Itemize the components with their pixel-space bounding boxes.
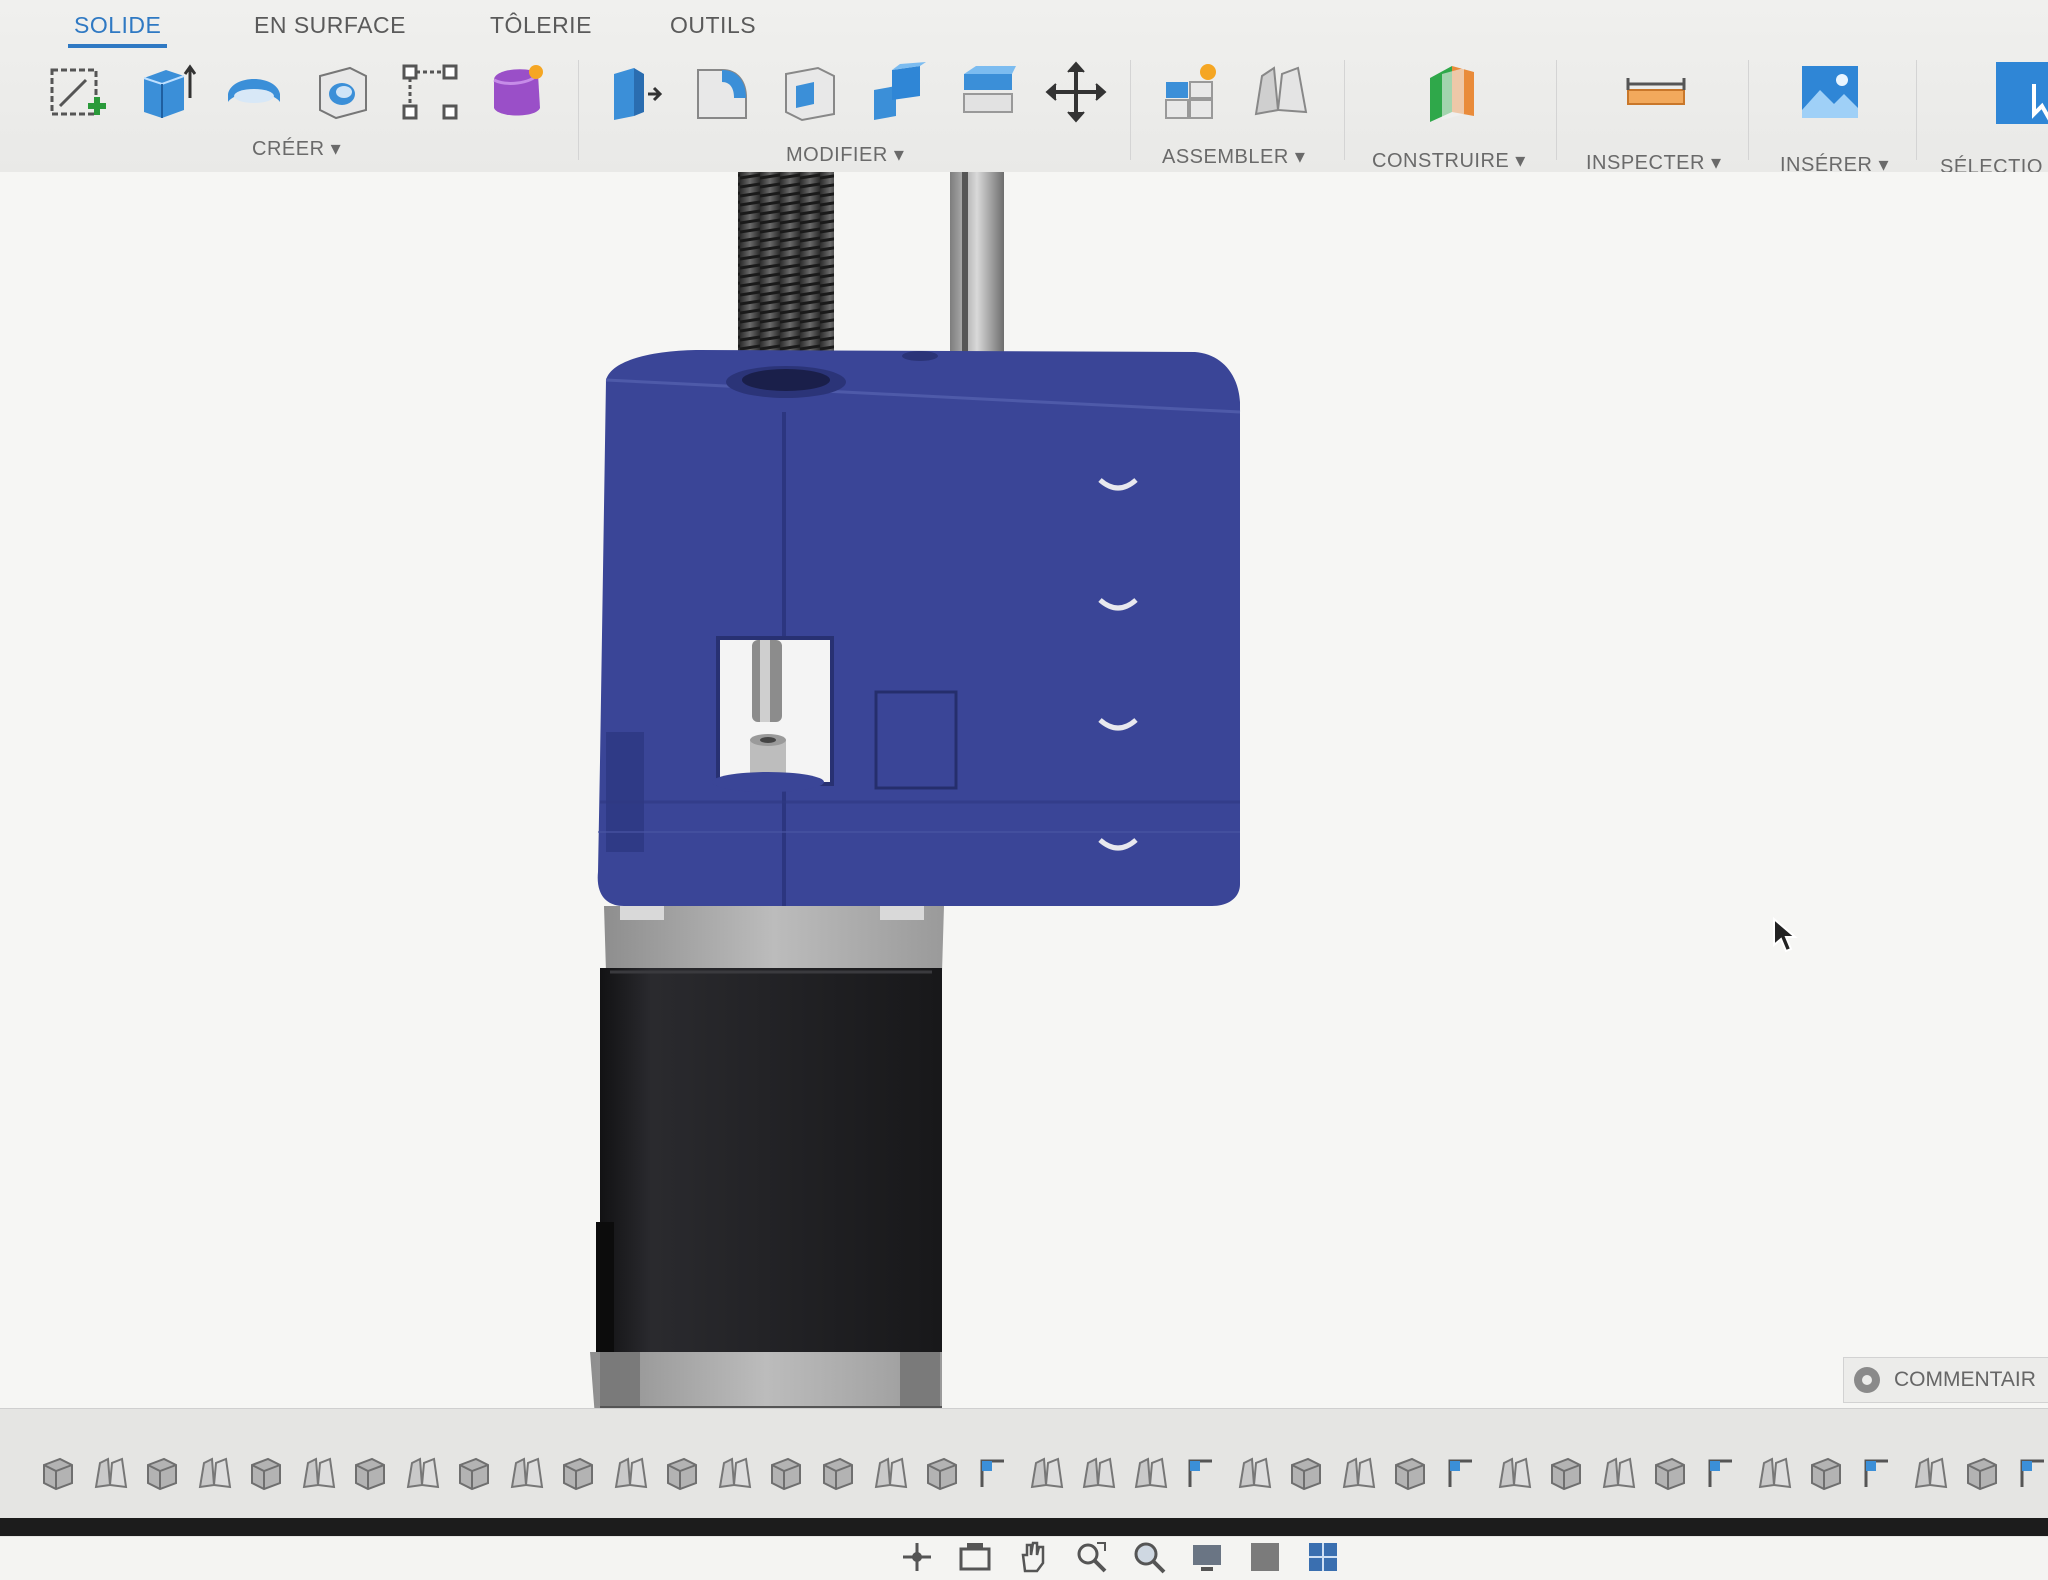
timeline-sketch-icon[interactable] [1858, 1453, 1898, 1493]
pattern-icon[interactable] [396, 58, 464, 126]
timeline-sketch-icon[interactable] [1702, 1453, 1742, 1493]
timeline-joint-icon[interactable] [298, 1453, 338, 1493]
stepper-motor [600, 968, 942, 1408]
timeline-body-icon[interactable] [38, 1453, 78, 1493]
timeline-joint-icon[interactable] [1598, 1453, 1638, 1493]
split-body-icon[interactable] [954, 58, 1022, 126]
timeline-joint-icon[interactable] [870, 1453, 910, 1493]
timeline-sketch-icon[interactable] [1182, 1453, 1222, 1493]
orbit-icon[interactable] [895, 1537, 939, 1577]
timeline-body-icon[interactable] [454, 1453, 494, 1493]
tab-en-surface[interactable]: EN SURFACE [254, 8, 406, 42]
timeline-body-icon[interactable] [1962, 1453, 2002, 1493]
timeline-sketch-icon[interactable] [974, 1453, 1014, 1493]
motor-bracket [597, 350, 1240, 906]
timeline-joint-icon[interactable] [1234, 1453, 1274, 1493]
timeline-joint-icon[interactable] [194, 1453, 234, 1493]
form-icon[interactable] [484, 58, 552, 126]
ribbon-separator [578, 60, 579, 160]
tab-tolerie[interactable]: TÔLERIE [490, 8, 592, 42]
press-pull-icon[interactable] [598, 58, 666, 126]
measure-icon[interactable] [1622, 58, 1690, 126]
zoom-icon[interactable] [1127, 1537, 1171, 1577]
assemble-menu[interactable]: ASSEMBLER ▾ [1162, 142, 1305, 172]
timeline-joint-icon[interactable] [714, 1453, 754, 1493]
tab-solide[interactable]: SOLIDE [67, 8, 168, 48]
timeline-body-icon[interactable] [1546, 1453, 1586, 1493]
timeline-track[interactable] [38, 1445, 2048, 1501]
timeline-sketch-icon[interactable] [2014, 1453, 2048, 1493]
comment-add-icon[interactable] [1854, 1367, 1880, 1393]
visual-style-icon[interactable] [1243, 1537, 1287, 1577]
display-settings-icon[interactable] [1185, 1537, 1229, 1577]
move-icon[interactable] [1042, 58, 1110, 126]
canvas-viewport[interactable]: COMMENTAIR [0, 172, 2048, 1574]
timeline-joint-icon[interactable] [506, 1453, 546, 1493]
viewports-icon[interactable] [1301, 1537, 1345, 1577]
timeline-body-icon[interactable] [766, 1453, 806, 1493]
timeline-body-icon[interactable] [1650, 1453, 1690, 1493]
ribbon-separator [1344, 60, 1345, 160]
timeline-body-icon[interactable] [662, 1453, 702, 1493]
pan-icon[interactable] [1011, 1537, 1055, 1577]
fillet-icon[interactable] [688, 58, 756, 126]
comments-label: COMMENTAIR [1894, 1368, 2036, 1391]
motor-end-cap [590, 1352, 942, 1408]
timeline-joint-icon[interactable] [1078, 1453, 1118, 1493]
monitor-bezel [0, 1518, 2048, 1536]
tab-outils[interactable]: OUTILS [670, 8, 756, 42]
modify-menu[interactable]: MODIFIER ▾ [786, 140, 904, 170]
ribbon-separator [1130, 60, 1131, 160]
timeline-body-icon[interactable] [1806, 1453, 1846, 1493]
3d-model[interactable] [0, 172, 2048, 1408]
timeline-body-icon[interactable] [818, 1453, 858, 1493]
mouse-cursor-icon [1773, 917, 1798, 953]
ribbon-separator [1916, 60, 1917, 160]
timeline-body-icon[interactable] [1286, 1453, 1326, 1493]
comments-panel[interactable]: COMMENTAIR [1843, 1357, 2048, 1403]
timeline-body-icon[interactable] [1390, 1453, 1430, 1493]
timeline-joint-icon[interactable] [1910, 1453, 1950, 1493]
timeline-sketch-icon[interactable] [1442, 1453, 1482, 1493]
zoom-window-icon[interactable] [1069, 1537, 1113, 1577]
timeline-joint-icon[interactable] [1494, 1453, 1534, 1493]
timeline-joint-icon[interactable] [1026, 1453, 1066, 1493]
ribbon-separator [1556, 60, 1557, 160]
construct-plane-icon[interactable] [1418, 58, 1486, 126]
timeline-body-icon[interactable] [142, 1453, 182, 1493]
revolve-icon[interactable] [220, 58, 288, 126]
timeline-body-icon[interactable] [246, 1453, 286, 1493]
new-component-icon[interactable] [1158, 58, 1226, 126]
create-sketch-icon[interactable] [44, 58, 112, 126]
ribbon-toolbar: SOLIDE EN SURFACE TÔLERIE OUTILS CRÉER ▾… [0, 0, 2048, 178]
navigation-bar [895, 1534, 1345, 1580]
ribbon-separator [1748, 60, 1749, 160]
timeline-body-icon[interactable] [922, 1453, 962, 1493]
timeline-joint-icon[interactable] [1130, 1453, 1170, 1493]
timeline-joint-icon[interactable] [90, 1453, 130, 1493]
extrude-icon[interactable] [130, 58, 198, 126]
timeline-body-icon[interactable] [558, 1453, 598, 1493]
insert-image-icon[interactable] [1796, 58, 1864, 126]
shell-icon[interactable] [776, 58, 844, 126]
timeline-joint-icon[interactable] [610, 1453, 650, 1493]
hole-icon[interactable] [308, 58, 376, 126]
look-at-icon[interactable] [953, 1537, 997, 1577]
timeline-body-icon[interactable] [350, 1453, 390, 1493]
combine-icon[interactable] [864, 58, 932, 126]
timeline-joint-icon[interactable] [1754, 1453, 1794, 1493]
timeline-joint-icon[interactable] [1338, 1453, 1378, 1493]
joint-icon[interactable] [1246, 58, 1314, 126]
timeline-joint-icon[interactable] [402, 1453, 442, 1493]
select-icon[interactable] [1992, 58, 2048, 126]
create-menu[interactable]: CRÉER ▾ [252, 134, 341, 164]
